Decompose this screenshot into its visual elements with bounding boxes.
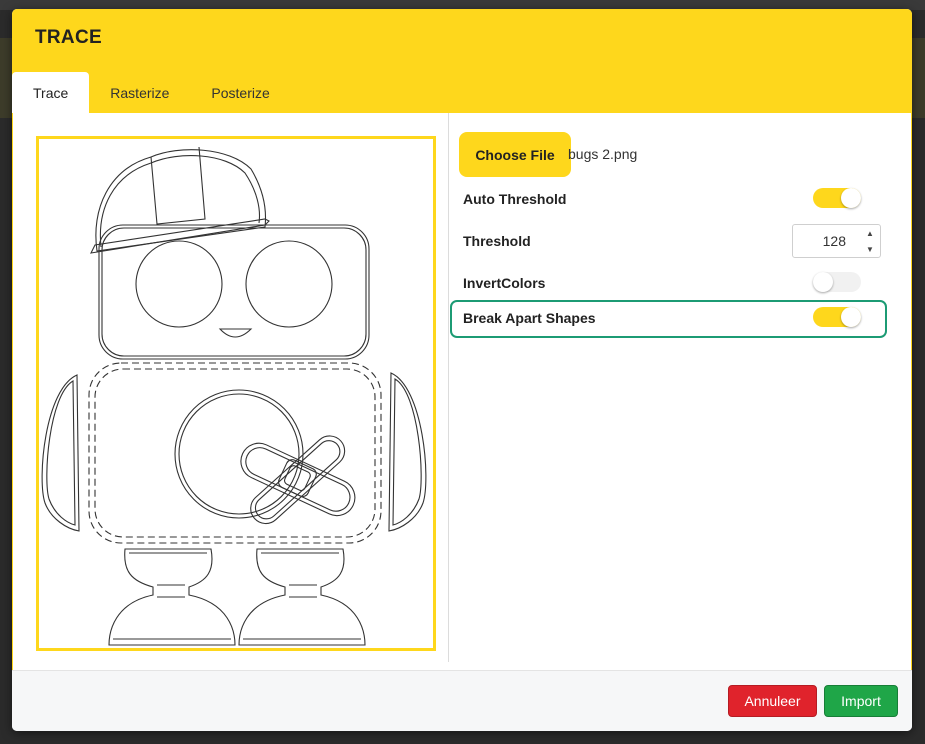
tab-bar: Trace Rasterize Posterize bbox=[12, 72, 291, 113]
invert-colors-toggle[interactable] bbox=[813, 272, 861, 292]
toggle-knob bbox=[841, 307, 861, 327]
break-apart-toggle[interactable] bbox=[813, 307, 861, 327]
spin-down-icon[interactable]: ▼ bbox=[866, 245, 874, 254]
cancel-button[interactable]: Annuleer bbox=[728, 685, 817, 717]
toggle-knob bbox=[813, 272, 833, 292]
dialog-body: Choose File bugs 2.png Auto Threshold Th… bbox=[12, 113, 912, 670]
spin-up-icon[interactable]: ▲ bbox=[866, 229, 874, 238]
auto-threshold-label: Auto Threshold bbox=[463, 191, 567, 207]
dialog-title: TRACE bbox=[35, 27, 102, 48]
dialog-footer: Annuleer Import bbox=[12, 670, 912, 731]
background-panel-left bbox=[0, 38, 12, 118]
traced-robot-image bbox=[41, 146, 427, 646]
tab-posterize[interactable]: Posterize bbox=[190, 72, 290, 113]
threshold-input[interactable]: 128 ▲ ▼ bbox=[792, 224, 881, 258]
trace-preview bbox=[36, 136, 436, 651]
threshold-value: 128 bbox=[822, 233, 846, 249]
dialog-header: TRACE Trace Rasterize Posterize bbox=[12, 9, 912, 113]
auto-threshold-toggle[interactable] bbox=[813, 188, 861, 208]
choose-file-button[interactable]: Choose File bbox=[459, 132, 571, 177]
background-panel-right bbox=[911, 38, 925, 118]
threshold-spinner[interactable]: ▲ ▼ bbox=[860, 225, 880, 257]
toggle-knob bbox=[841, 188, 861, 208]
invert-colors-label: InvertColors bbox=[463, 275, 546, 291]
threshold-label: Threshold bbox=[463, 233, 531, 249]
break-apart-label: Break Apart Shapes bbox=[463, 310, 596, 326]
tab-rasterize[interactable]: Rasterize bbox=[89, 72, 190, 113]
panel-divider bbox=[448, 113, 449, 662]
import-button[interactable]: Import bbox=[824, 685, 898, 717]
selected-file-name: bugs 2.png bbox=[568, 146, 638, 162]
tab-trace[interactable]: Trace bbox=[12, 72, 90, 113]
trace-dialog: TRACE Trace Rasterize Posterize Choose F… bbox=[12, 9, 912, 731]
